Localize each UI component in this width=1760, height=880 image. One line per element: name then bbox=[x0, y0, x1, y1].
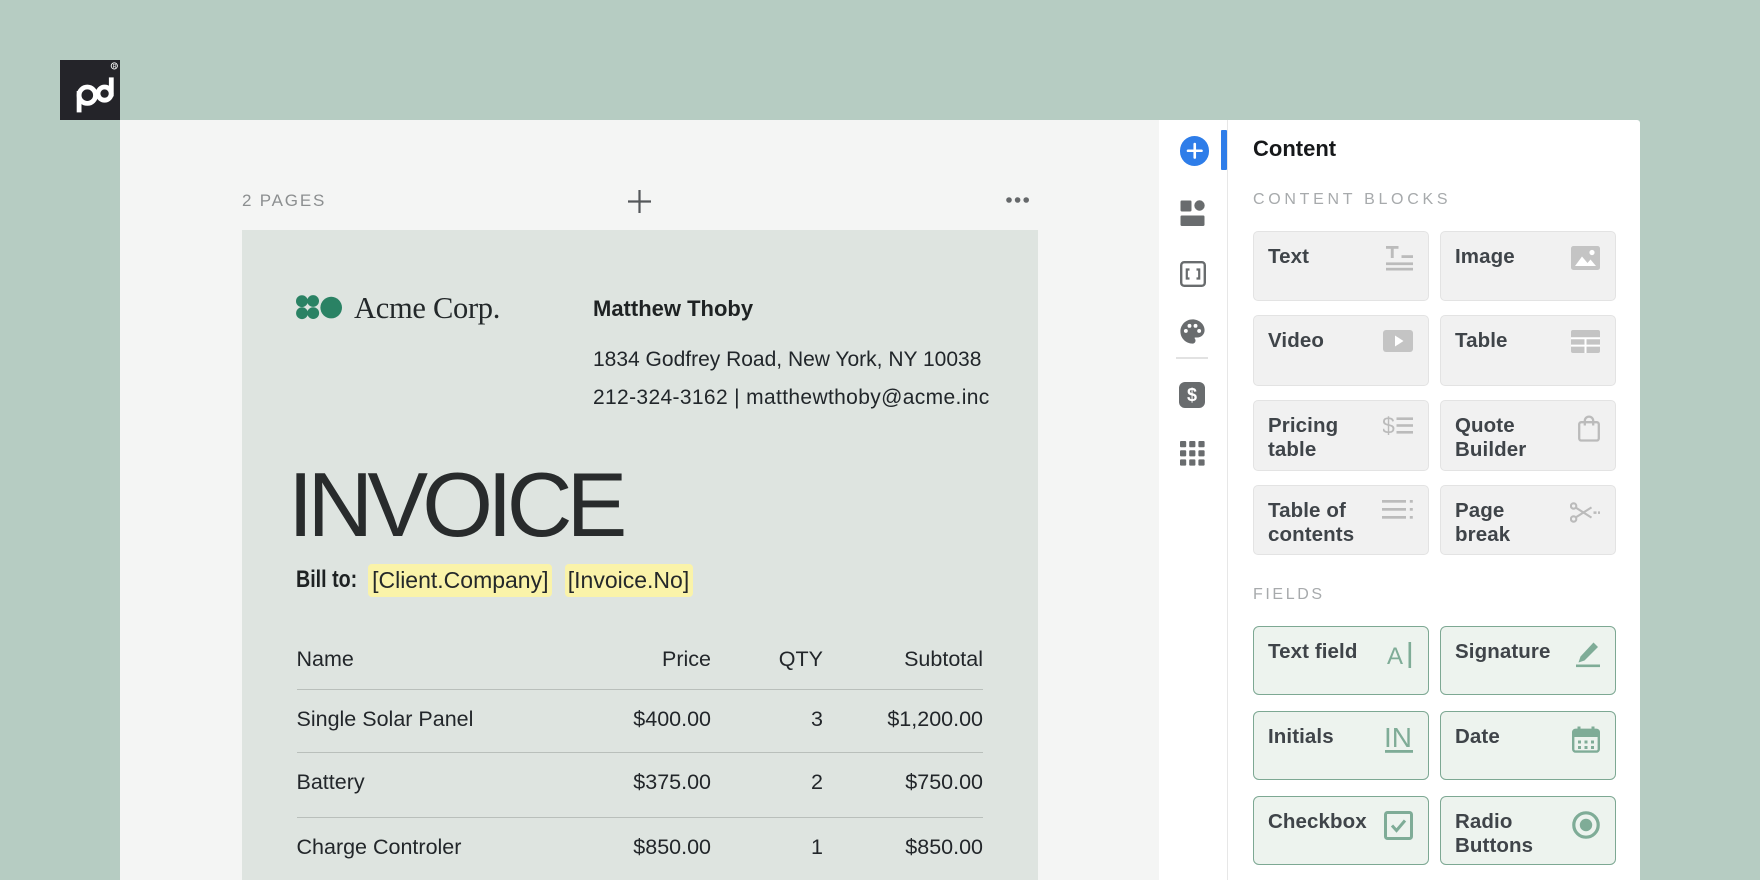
svg-text:IN: IN bbox=[1385, 726, 1412, 753]
svg-text:A: A bbox=[1387, 643, 1403, 668]
svg-text:R: R bbox=[113, 64, 117, 70]
svg-text:$: $ bbox=[1383, 415, 1395, 436]
